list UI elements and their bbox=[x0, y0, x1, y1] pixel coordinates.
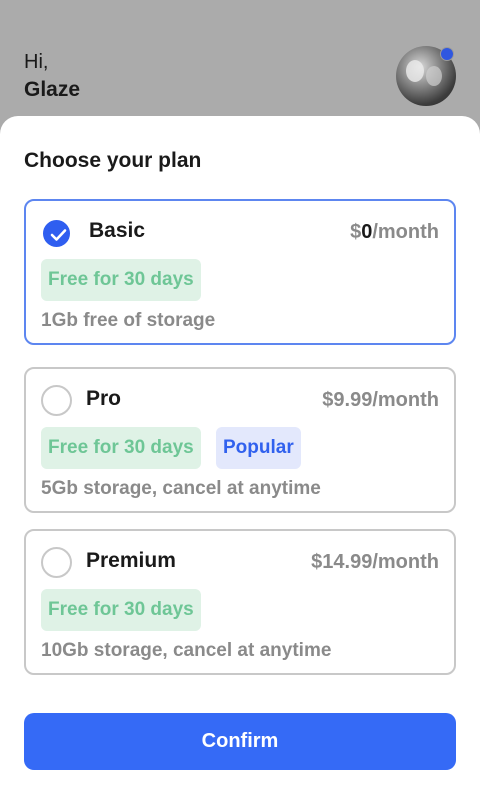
plan-sheet: Choose your plan Basic $0/month Free for… bbox=[0, 116, 480, 800]
free-trial-badge: Free for 30 days bbox=[41, 427, 201, 469]
header: Hi, Glaze bbox=[0, 0, 480, 116]
plan-description: 5Gb storage, cancel at anytime bbox=[41, 478, 321, 499]
plan-description: 10Gb storage, cancel at anytime bbox=[41, 640, 332, 661]
plan-name: Basic bbox=[89, 219, 146, 242]
plan-name: Pro bbox=[86, 387, 122, 410]
confirm-button[interactable]: Confirm bbox=[24, 713, 456, 770]
plan-description: 1Gb free of storage bbox=[41, 310, 216, 331]
free-trial-badge: Free for 30 days bbox=[41, 589, 201, 631]
plan-card-pro[interactable]: Pro $9.99/month Free for 30 days Popular… bbox=[24, 367, 456, 513]
plan-name: Premium bbox=[86, 549, 176, 572]
greeting: Hi, bbox=[24, 51, 49, 73]
plan-price: $14.99/month bbox=[311, 551, 439, 573]
plan-price: $9.99/month bbox=[322, 389, 439, 411]
plan-card-premium[interactable]: Premium $14.99/month Free for 30 days 10… bbox=[24, 529, 456, 675]
free-trial-badge: Free for 30 days bbox=[41, 259, 201, 301]
plan-card-basic[interactable]: Basic $0/month Free for 30 days 1Gb free… bbox=[24, 199, 456, 345]
radio-checked-icon[interactable] bbox=[43, 220, 70, 247]
popular-badge: Popular bbox=[216, 427, 301, 469]
plan-price: $0/month bbox=[350, 221, 439, 243]
radio-unchecked-icon[interactable] bbox=[41, 547, 72, 578]
status-dot-icon bbox=[440, 47, 454, 61]
user-name: Glaze bbox=[24, 78, 81, 101]
page-title: Choose your plan bbox=[24, 149, 202, 172]
radio-unchecked-icon[interactable] bbox=[41, 385, 72, 416]
